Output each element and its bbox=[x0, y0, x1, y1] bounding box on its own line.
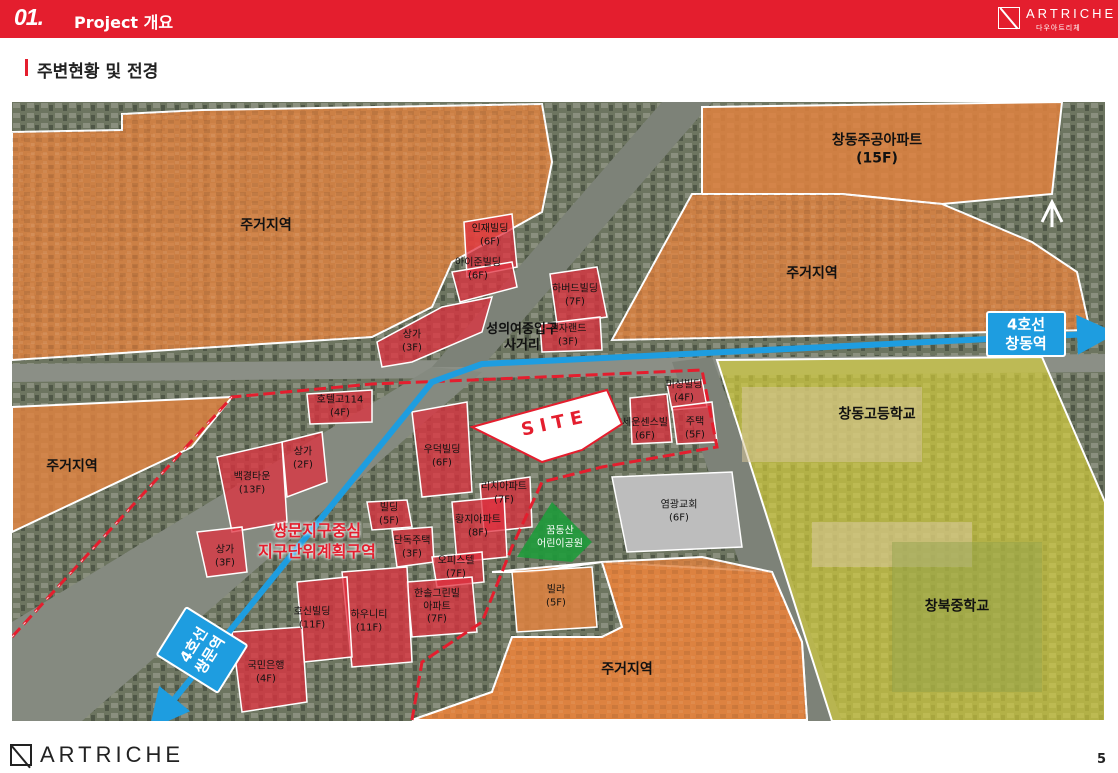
section-number: 01. bbox=[14, 4, 44, 30]
logo-subtext: 다우아트리체 bbox=[1036, 24, 1081, 32]
label-district: 쌍문지구중심 지구단위계획구역 bbox=[258, 521, 376, 561]
logo-mark-icon bbox=[998, 7, 1020, 29]
label-residential-s: 주거지역 bbox=[601, 661, 653, 678]
label-hotel: 호텔고114 (4F) bbox=[316, 394, 364, 419]
label-intersection: 성의여중입구 사거리 bbox=[486, 321, 558, 353]
footer-logo-mark-icon bbox=[10, 744, 32, 766]
label-residential-w: 주거지역 bbox=[46, 458, 98, 475]
label-office: 오피스텔 (7F) bbox=[437, 555, 475, 580]
label-hwangji: 황지아파트 (8F) bbox=[455, 514, 501, 539]
label-residential-nw: 주거지역 bbox=[240, 217, 292, 234]
label-hou: 하우니티 (11F) bbox=[350, 609, 388, 634]
label-danok: 단독주택 (3F) bbox=[393, 535, 431, 560]
label-harvard: 하버드빌딩 (7F) bbox=[552, 283, 598, 308]
label-villa-south: 빌라 (5F) bbox=[546, 584, 566, 609]
label-sangga-3f: 상가 (3F) bbox=[215, 544, 235, 569]
header-logo: ARTRICHE 다우아트리체 bbox=[998, 4, 1113, 34]
aerial-map: 주거지역 주거지역 주거지역 주거지역 창동주공아파트 (15F) 창동고등학교… bbox=[12, 102, 1105, 721]
label-jutaek: 주택 (5F) bbox=[685, 416, 705, 441]
header-bar: 01. Project 개요 ARTRICHE 다우아트리체 bbox=[0, 0, 1118, 38]
label-baekgyeong: 백경타운 (13F) bbox=[233, 471, 271, 496]
label-udeok: 우덕빌딩 (6F) bbox=[423, 444, 461, 469]
label-kookmin: 국민은행 (4F) bbox=[247, 660, 285, 685]
label-church: 염광교회 (6F) bbox=[660, 499, 698, 524]
label-jeonja: 전자랜드 (3F) bbox=[549, 323, 587, 348]
page-number: 5 bbox=[1096, 752, 1106, 767]
label-apartments: 창동주공아파트 (15F) bbox=[831, 132, 923, 167]
label-high-school: 창동고등학교 bbox=[838, 406, 916, 423]
label-richi: 리치아파트 (7F) bbox=[481, 481, 527, 506]
subheading-text: 주변현황 및 전경 bbox=[37, 62, 159, 82]
label-sangga-2f: 상가 (2F) bbox=[293, 446, 313, 471]
subheading-marker bbox=[25, 59, 28, 76]
footer-logo: ARTRICHE bbox=[10, 741, 190, 767]
label-saeun: 세운센스빌 (6F) bbox=[622, 417, 668, 442]
label-aju: 아이준빌딩 (6F) bbox=[455, 257, 501, 282]
label-station-changdong: 4호선 창동역 bbox=[1005, 315, 1047, 352]
page-title: Project 개요 bbox=[74, 13, 174, 32]
label-injae: 인재빌딩 (6F) bbox=[471, 223, 509, 248]
label-middle-school: 창북중학교 bbox=[924, 598, 990, 615]
label-hansol: 한솔그린빌 아파트 (7F) bbox=[414, 588, 460, 625]
label-villa-5f: 빌딩 (5F) bbox=[379, 502, 399, 527]
label-sangga-north: 상가 (3F) bbox=[402, 329, 422, 354]
label-park: 꿈동산 어린이공원 bbox=[537, 525, 583, 550]
label-residential-ne: 주거지역 bbox=[786, 265, 838, 282]
label-hosin: 호신빌딩 (11F) bbox=[293, 606, 331, 631]
footer-logo-text: ARTRICHE bbox=[40, 742, 185, 767]
label-mison: 미성빌딩 (4F) bbox=[665, 379, 703, 404]
logo-text: ARTRICHE bbox=[1026, 6, 1117, 21]
